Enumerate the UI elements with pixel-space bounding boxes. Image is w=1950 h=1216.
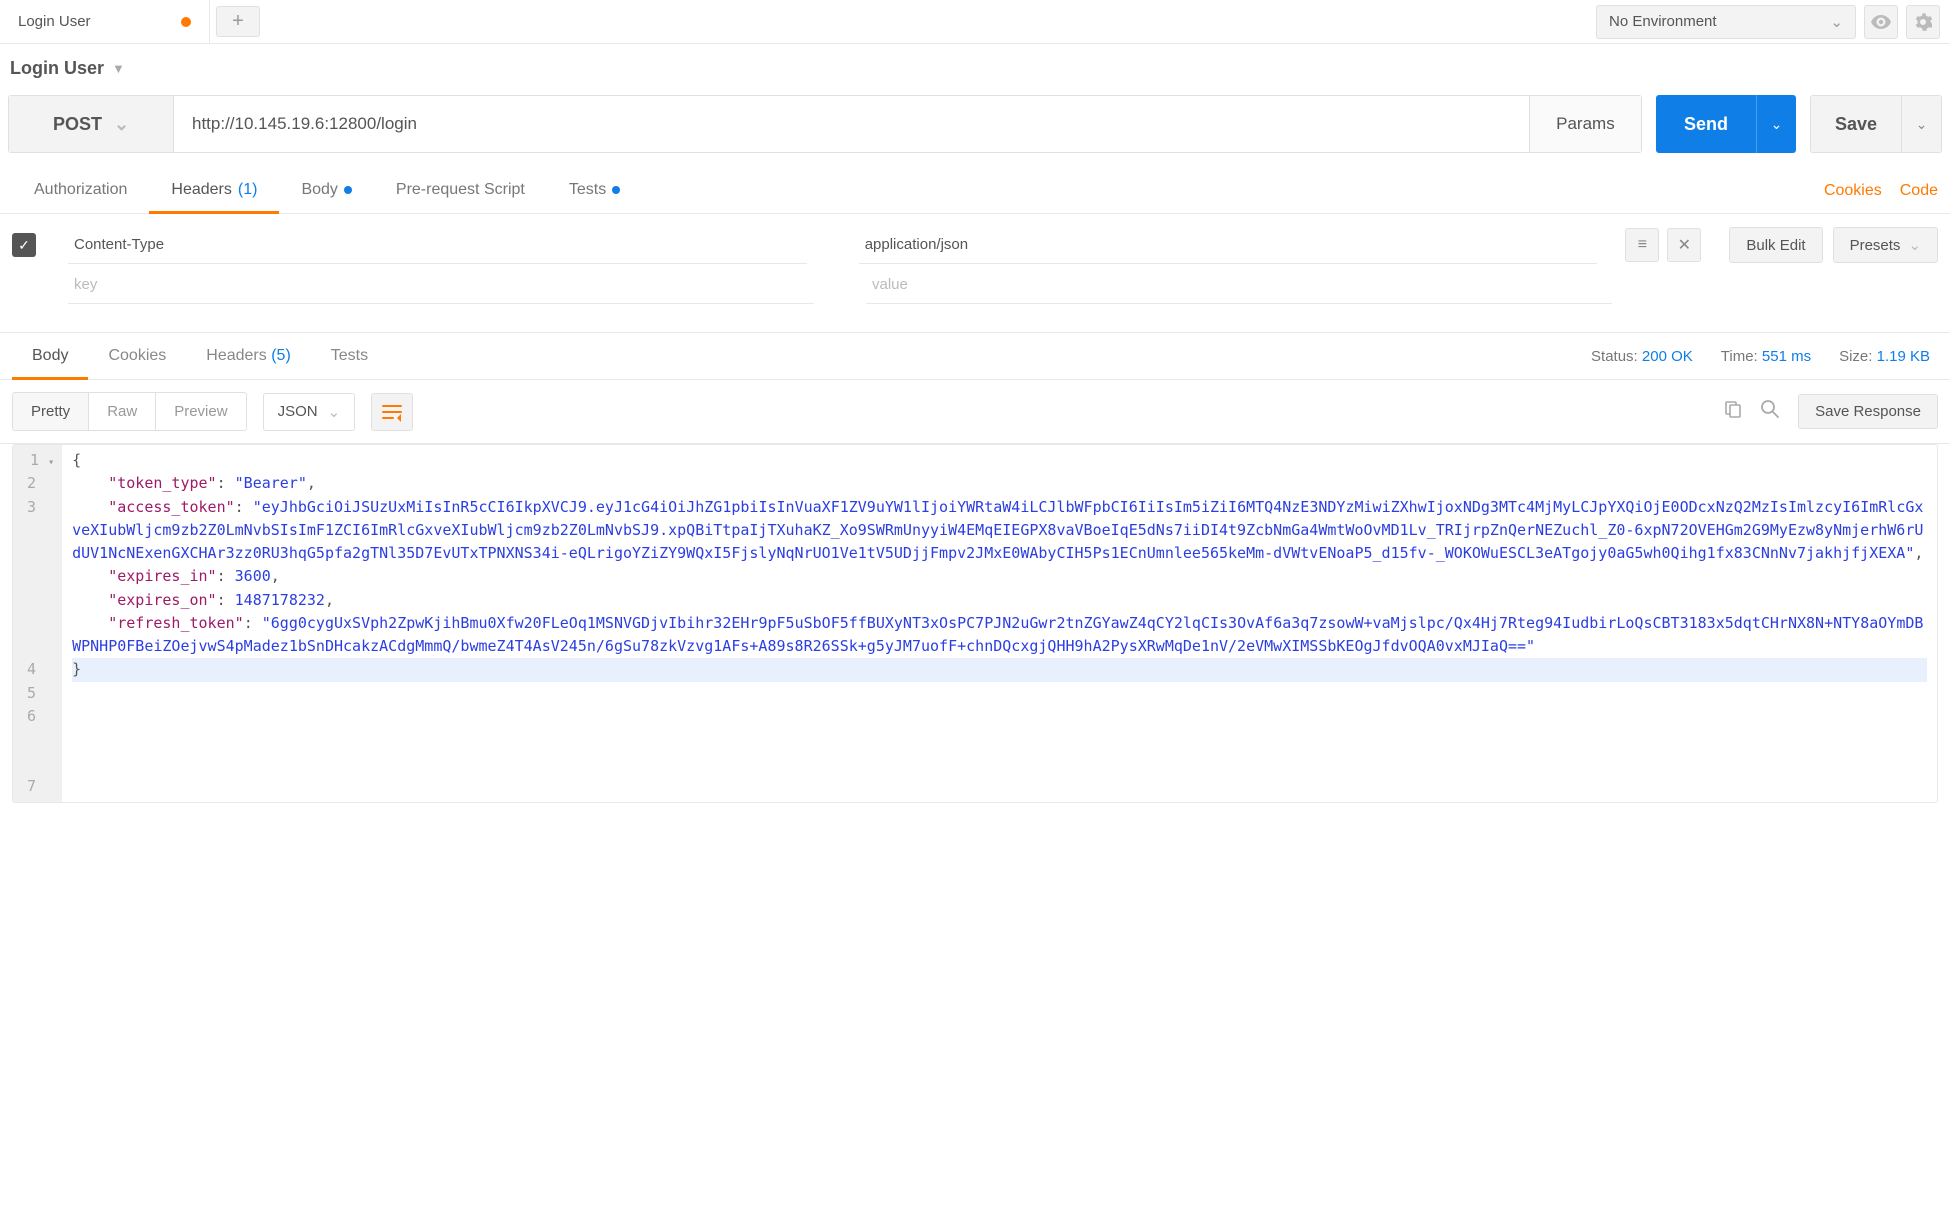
send-button[interactable]: Send [1656, 95, 1756, 153]
chevron-down-icon: ⌄ [114, 114, 129, 135]
url-input[interactable]: http://10.145.19.6:12800/login [174, 96, 1529, 152]
response-tab-headers[interactable]: Headers (5) [186, 333, 311, 379]
bulk-edit-button[interactable]: Bulk Edit [1729, 227, 1822, 263]
response-tabs: Body Cookies Headers (5) Tests Status: 2… [0, 332, 1950, 380]
chevron-down-icon: ⌄ [1830, 13, 1843, 31]
copy-button[interactable] [1724, 400, 1742, 424]
dot-indicator-icon [612, 186, 620, 194]
response-code: { "token_type": "Bearer", "access_token"… [62, 445, 1937, 802]
save-split-button: Save ⌄ [1810, 95, 1942, 153]
line-wrap-button[interactable] [371, 393, 413, 431]
breadcrumb: Login User ▼ [0, 44, 1950, 95]
params-button[interactable]: Params [1529, 96, 1641, 152]
header-row: ✓ Content-Type application/json ≡ ✕ Bulk… [12, 226, 1938, 264]
line-gutter: 1 ▾ 2 3 4 5 6 7 [13, 445, 62, 802]
unsaved-dot-icon [181, 17, 191, 27]
status-value: 200 OK [1642, 348, 1693, 365]
send-split-button: Send ⌄ [1656, 95, 1796, 153]
request-bar: POST ⌄ http://10.145.19.6:12800/login Pa… [0, 95, 1950, 153]
search-icon [1760, 399, 1780, 419]
breadcrumb-title: Login User [10, 58, 104, 79]
headers-count: (1) [238, 181, 258, 199]
gear-icon [1914, 13, 1932, 31]
code-link[interactable]: Code [1900, 182, 1938, 200]
save-button[interactable]: Save [1810, 95, 1902, 153]
close-icon: ✕ [1678, 235, 1691, 255]
method-dropdown[interactable]: POST ⌄ [9, 96, 174, 152]
chevron-down-icon[interactable]: ▼ [112, 61, 125, 76]
cookies-link[interactable]: Cookies [1824, 182, 1882, 200]
presets-dropdown[interactable]: Presets⌄ [1833, 227, 1938, 263]
save-response-button[interactable]: Save Response [1798, 394, 1938, 429]
environment-quicklook-button[interactable] [1864, 5, 1898, 39]
format-bar: Pretty Raw Preview JSON ⌄ Save Response [0, 380, 1950, 444]
response-headers-count: (5) [271, 347, 291, 364]
chevron-down-icon: ⌄ [1908, 236, 1921, 254]
header-enabled-checkbox[interactable]: ✓ [12, 233, 36, 257]
view-raw[interactable]: Raw [89, 393, 156, 430]
save-dropdown[interactable]: ⌄ [1902, 95, 1942, 153]
status-line: Status: 200 OK Time: 551 ms Size: 1.19 K… [1591, 348, 1938, 365]
environment-dropdown[interactable]: No Environment ⌄ [1596, 5, 1856, 39]
response-tab-tests[interactable]: Tests [311, 333, 388, 379]
header-value-input[interactable]: value [866, 266, 1612, 304]
wrap-icon [382, 405, 402, 419]
copy-icon [1724, 400, 1742, 418]
chevron-down-icon: ⌄ [1771, 116, 1783, 133]
settings-button[interactable] [1906, 5, 1940, 39]
request-tabs: Authorization Headers (1) Body Pre-reque… [0, 169, 1950, 214]
send-dropdown[interactable]: ⌄ [1756, 95, 1796, 153]
header-key-input[interactable]: Content-Type [68, 226, 807, 264]
search-button[interactable] [1760, 399, 1780, 425]
tab-pre-request-script[interactable]: Pre-request Script [374, 169, 547, 213]
tab-bar: Login User + No Environment ⌄ [0, 0, 1950, 44]
header-remove-button[interactable]: ✕ [1667, 228, 1701, 262]
size-value: 1.19 KB [1877, 348, 1930, 365]
header-drag-handle[interactable]: ≡ [1625, 228, 1659, 262]
view-mode-segmented: Pretty Raw Preview [12, 392, 247, 431]
content-type-dropdown[interactable]: JSON ⌄ [263, 393, 356, 431]
response-tab-body[interactable]: Body [12, 333, 88, 379]
headers-table: ✓ Content-Type application/json ≡ ✕ Bulk… [0, 214, 1950, 332]
header-new-row: key value [12, 266, 1938, 304]
dot-indicator-icon [344, 186, 352, 194]
time-value: 551 ms [1762, 348, 1811, 365]
method-url-group: POST ⌄ http://10.145.19.6:12800/login Pa… [8, 95, 1642, 153]
header-value-input[interactable]: application/json [859, 226, 1598, 264]
environment-label: No Environment [1609, 13, 1717, 30]
response-body-viewer[interactable]: 1 ▾ 2 3 4 5 6 7 { "token_type": "Bearer"… [12, 444, 1938, 803]
tab-tests[interactable]: Tests [547, 169, 642, 213]
url-value: http://10.145.19.6:12800/login [192, 114, 417, 134]
response-tab-cookies[interactable]: Cookies [88, 333, 186, 379]
chevron-down-icon: ⌄ [1916, 116, 1928, 133]
view-preview[interactable]: Preview [156, 393, 245, 430]
new-tab-button[interactable]: + [216, 6, 260, 37]
chevron-down-icon: ⌄ [328, 403, 341, 421]
eye-icon [1871, 15, 1891, 29]
drag-icon: ≡ [1638, 236, 1647, 254]
tab-body[interactable]: Body [279, 169, 373, 213]
header-key-input[interactable]: key [68, 266, 814, 304]
view-pretty[interactable]: Pretty [13, 393, 89, 430]
method-label: POST [53, 114, 102, 135]
tab-label: Login User [18, 13, 91, 30]
tab-headers[interactable]: Headers (1) [149, 169, 279, 213]
request-tab[interactable]: Login User [0, 0, 210, 43]
tab-authorization[interactable]: Authorization [12, 169, 149, 213]
